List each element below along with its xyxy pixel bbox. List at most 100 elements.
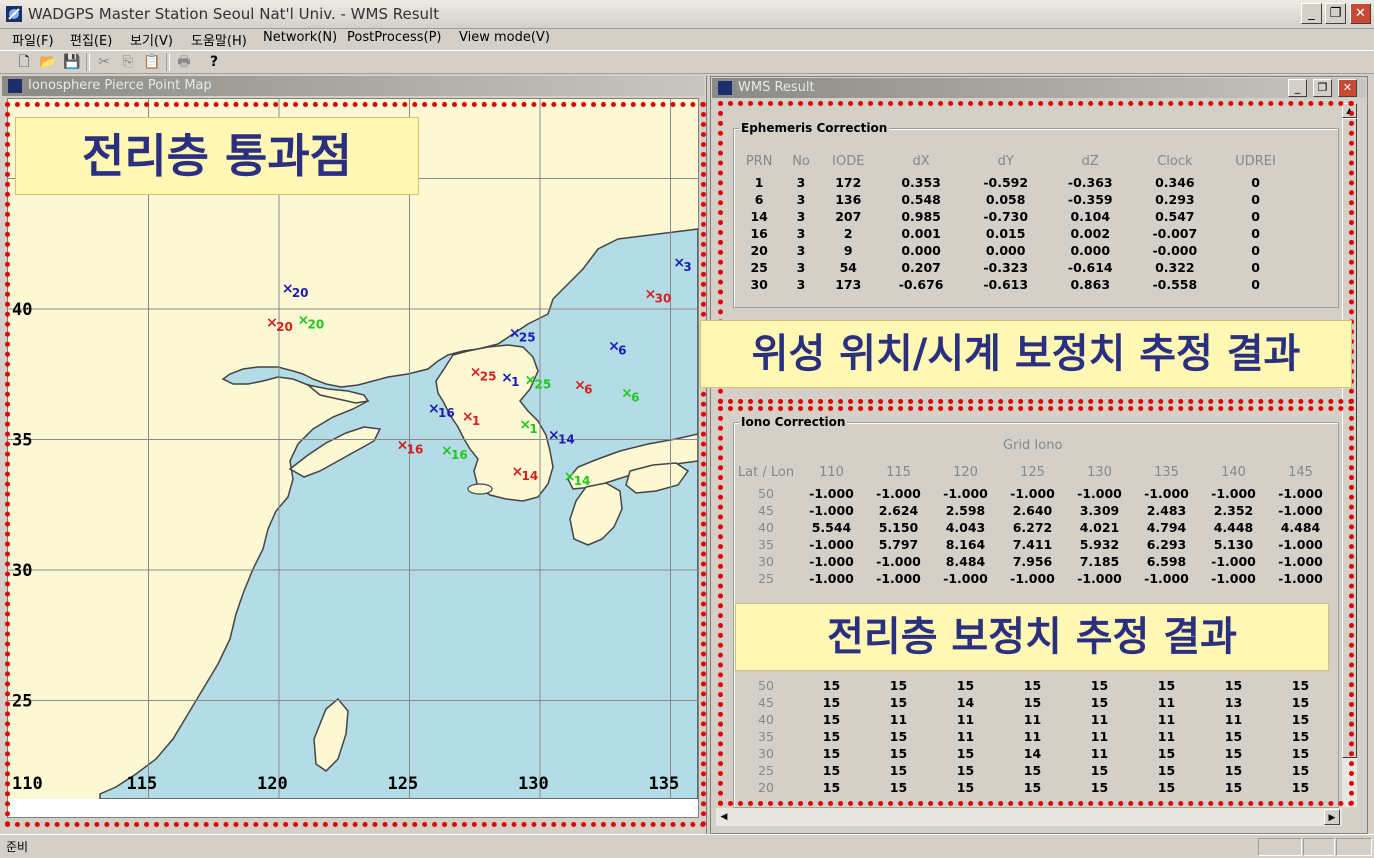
iono-cell: 4.448 <box>1213 520 1254 535</box>
cut-icon[interactable]: ✂ <box>94 52 114 72</box>
prn-label: 1 <box>529 422 537 436</box>
longitude-label: 115 <box>127 774 158 794</box>
jeju-island <box>467 483 493 495</box>
ephemeris-cell: 173 <box>835 277 862 292</box>
iono-cell: 15 <box>889 780 908 795</box>
wms-close-button[interactable]: ✕ <box>1338 79 1357 97</box>
iono-cell: 15 <box>956 780 975 795</box>
iono-cell: 11 <box>1157 712 1176 727</box>
ionosphere-map[interactable]: × 20 × 20 × 20 × 25 × 6 × 30 × 3 × 25 × 1 × 25 × 6 × 6 × 16 × 1 × 1 × 1… <box>7 98 699 818</box>
iono-cell: 7.956 <box>1012 554 1053 569</box>
latitude-row-label: 45 <box>758 503 774 518</box>
iono-cell: 5.544 <box>811 520 852 535</box>
ephemeris-cell: -0.676 <box>898 277 944 292</box>
menu-network[interactable]: Network(N) <box>263 30 337 45</box>
iono-cell: -1.000 <box>809 486 854 501</box>
scroll-right-arrow-icon[interactable]: ▶ <box>1324 809 1340 825</box>
latitude-label: 40 <box>12 300 32 320</box>
iono-cell: 11 <box>889 712 908 727</box>
ephemeris-cell: 0.353 <box>901 175 941 190</box>
scroll-up-arrow-icon[interactable]: ▲ <box>1342 103 1357 118</box>
wms-minimize-button[interactable]: _ <box>1288 79 1307 97</box>
menu-view[interactable]: 보기(V) <box>130 30 173 49</box>
iono-cell: 15 <box>822 695 841 710</box>
ephemeris-cell: -0.558 <box>1152 277 1198 292</box>
ephemeris-cell: 3 <box>796 277 806 292</box>
prn-label: 6 <box>631 391 639 405</box>
iono-cell: 4.043 <box>945 520 986 535</box>
ephemeris-cell: 0.002 <box>1070 226 1111 241</box>
iono-cell: 11 <box>1023 729 1042 744</box>
menu-view-mode[interactable]: View mode(V) <box>459 30 550 45</box>
prn-label: 1 <box>511 375 519 389</box>
iono-cell: 4.794 <box>1146 520 1187 535</box>
ephemeris-column-header: dX <box>912 153 930 169</box>
ephemeris-cell: 3 <box>796 243 806 258</box>
iono-cell: 15 <box>822 780 841 795</box>
open-folder-icon[interactable]: 📂 <box>38 52 58 72</box>
menu-file[interactable]: 파일(F) <box>12 30 54 49</box>
iono-cell: 15 <box>1090 780 1109 795</box>
ephemeris-row: 20 3 9 0.000 0.000 0.000 -0.000 0 <box>734 242 1294 259</box>
iono-give-table: 50 15 15 15 15 15 15 15 15 45 15 15 14 15 15 11 13 15 40 15… <box>734 677 1334 796</box>
iono-cell: 15 <box>822 746 841 761</box>
latitude-row-label: 25 <box>758 763 774 778</box>
close-button[interactable]: ✕ <box>1350 3 1371 24</box>
minimize-button[interactable]: _ <box>1301 3 1322 24</box>
iono-cell: 11 <box>1090 746 1109 761</box>
restore-button[interactable]: ❐ <box>1325 3 1346 24</box>
ephemeris-cell: 0.058 <box>985 192 1026 207</box>
menu-edit[interactable]: 편집(E) <box>70 30 112 49</box>
new-file-icon[interactable]: 🗋 <box>14 52 34 72</box>
iono-cell: 15 <box>1291 678 1310 693</box>
iono-cell: 15 <box>822 763 841 778</box>
wms-maximize-button[interactable]: ❐ <box>1313 79 1332 97</box>
ephemeris-cell: -0.363 <box>1067 175 1113 190</box>
menu-postprocess[interactable]: PostProcess(P) <box>347 30 442 45</box>
status-pane <box>1336 838 1372 856</box>
print-icon[interactable]: 🖶 <box>174 52 194 72</box>
iono-cell: 6.598 <box>1146 554 1187 569</box>
iono-cell: 15 <box>1157 678 1176 693</box>
iono-cell: 15 <box>1224 746 1243 761</box>
lat-lon-corner-label: Lat / Lon <box>737 464 795 480</box>
iono-cell: 11 <box>1157 695 1176 710</box>
ephemeris-cell: 0.000 <box>985 243 1026 258</box>
iono-cell: 15 <box>1157 763 1176 778</box>
iono-delay-row: 40 5.544 5.150 4.043 6.272 4.021 4.794 4.448 4.4… <box>734 519 1334 536</box>
prn-label: 6 <box>584 383 592 397</box>
scroll-left-arrow-icon[interactable]: ◀ <box>716 809 732 825</box>
ephemeris-row: 16 3 2 0.001 0.015 0.002 -0.007 0 <box>734 225 1294 242</box>
ephemeris-column-header: PRN <box>745 153 773 169</box>
paste-icon[interactable]: 📋 <box>142 52 162 72</box>
copy-icon[interactable]: ⎘ <box>118 52 138 72</box>
iono-cell: 5.150 <box>878 520 919 535</box>
save-icon[interactable]: 💾 <box>62 52 82 72</box>
latitude-row-label: 30 <box>758 746 774 761</box>
wms-horizontal-scrollbar[interactable] <box>716 808 1342 826</box>
ephemeris-cell: 0 <box>1251 243 1260 258</box>
help-icon[interactable]: ? <box>204 52 224 72</box>
ephemeris-cell: 0.015 <box>985 226 1026 241</box>
wms-scroll-thumb[interactable] <box>1342 118 1357 758</box>
iono-cell: 11 <box>1224 712 1243 727</box>
prn-label: 14 <box>574 474 591 488</box>
iono-cell: -1.000 <box>809 503 854 518</box>
prn-label: 16 <box>407 443 424 457</box>
iono-cell: 15 <box>1023 763 1042 778</box>
map-canvas: ×20×20 ×20×25×6×30×3×25 ×1 ×25 ×6 ×6×16 ×1 ×1 ×1… <box>8 99 698 817</box>
ephemeris-cell: 207 <box>835 209 862 224</box>
ephemeris-cell: 0.104 <box>1070 209 1111 224</box>
iono-give-row: 20 15 15 15 15 15 15 15 15 <box>734 779 1334 796</box>
iono-cell: 15 <box>1023 678 1042 693</box>
iono-cell: 2.640 <box>1012 503 1053 518</box>
prn-label: 25 <box>480 370 497 384</box>
latitude-row-label: 25 <box>758 571 774 586</box>
iono-cell: 15 <box>1224 763 1243 778</box>
latitude-row-label: 45 <box>758 695 774 710</box>
status-pane <box>1303 838 1335 856</box>
menu-help[interactable]: 도움말(H) <box>191 30 247 49</box>
iono-cell: 15 <box>1090 695 1109 710</box>
iono-give-row: 25 15 15 15 15 15 15 15 15 <box>734 762 1334 779</box>
iono-cell: 2.483 <box>1146 503 1187 518</box>
